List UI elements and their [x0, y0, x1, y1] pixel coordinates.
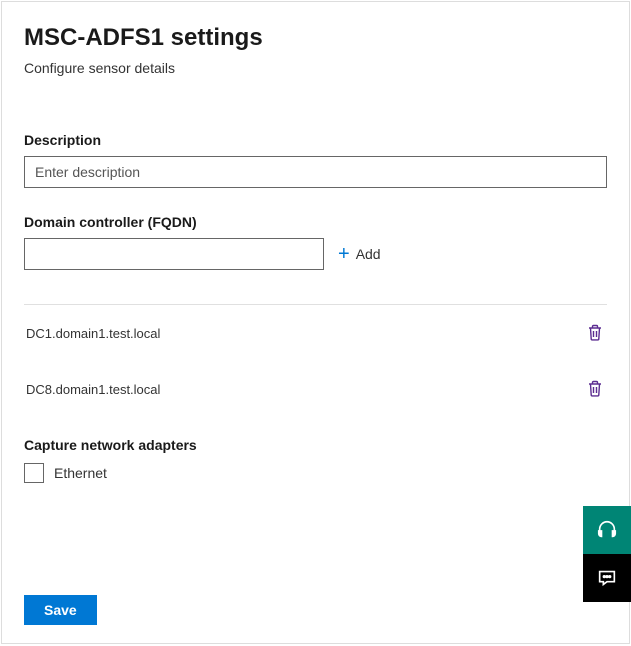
plus-icon: +	[338, 244, 350, 264]
add-button[interactable]: + Add	[334, 240, 385, 268]
adapter-label: Ethernet	[54, 465, 107, 481]
floating-widgets	[583, 506, 631, 602]
description-field: Description	[24, 132, 607, 188]
dc-name: DC8.domain1.test.local	[26, 382, 160, 397]
delete-button[interactable]	[585, 322, 605, 344]
headset-icon	[596, 519, 618, 541]
dc-row: DC8.domain1.test.local	[24, 361, 607, 417]
fqdn-field: Domain controller (FQDN) + Add	[24, 214, 607, 270]
save-button[interactable]: Save	[24, 595, 97, 625]
fqdn-input[interactable]	[24, 238, 324, 270]
page-subtitle: Configure sensor details	[24, 60, 607, 76]
chat-icon	[596, 567, 618, 589]
adapters-label: Capture network adapters	[24, 437, 607, 453]
dc-row: DC1.domain1.test.local	[24, 305, 607, 361]
settings-panel: MSC-ADFS1 settings Configure sensor deta…	[1, 1, 630, 644]
page-title: MSC-ADFS1 settings	[24, 24, 607, 52]
delete-button[interactable]	[585, 378, 605, 400]
support-button[interactable]	[583, 506, 631, 554]
add-label: Add	[356, 246, 381, 262]
fqdn-label: Domain controller (FQDN)	[24, 214, 607, 230]
adapter-row: Ethernet	[24, 463, 607, 483]
feedback-button[interactable]	[583, 554, 631, 602]
adapter-checkbox[interactable]	[24, 463, 44, 483]
dc-name: DC1.domain1.test.local	[26, 326, 160, 341]
description-label: Description	[24, 132, 607, 148]
adapters-section: Capture network adapters Ethernet	[24, 437, 607, 483]
trash-icon	[587, 324, 603, 342]
description-input[interactable]	[24, 156, 607, 188]
trash-icon	[587, 380, 603, 398]
